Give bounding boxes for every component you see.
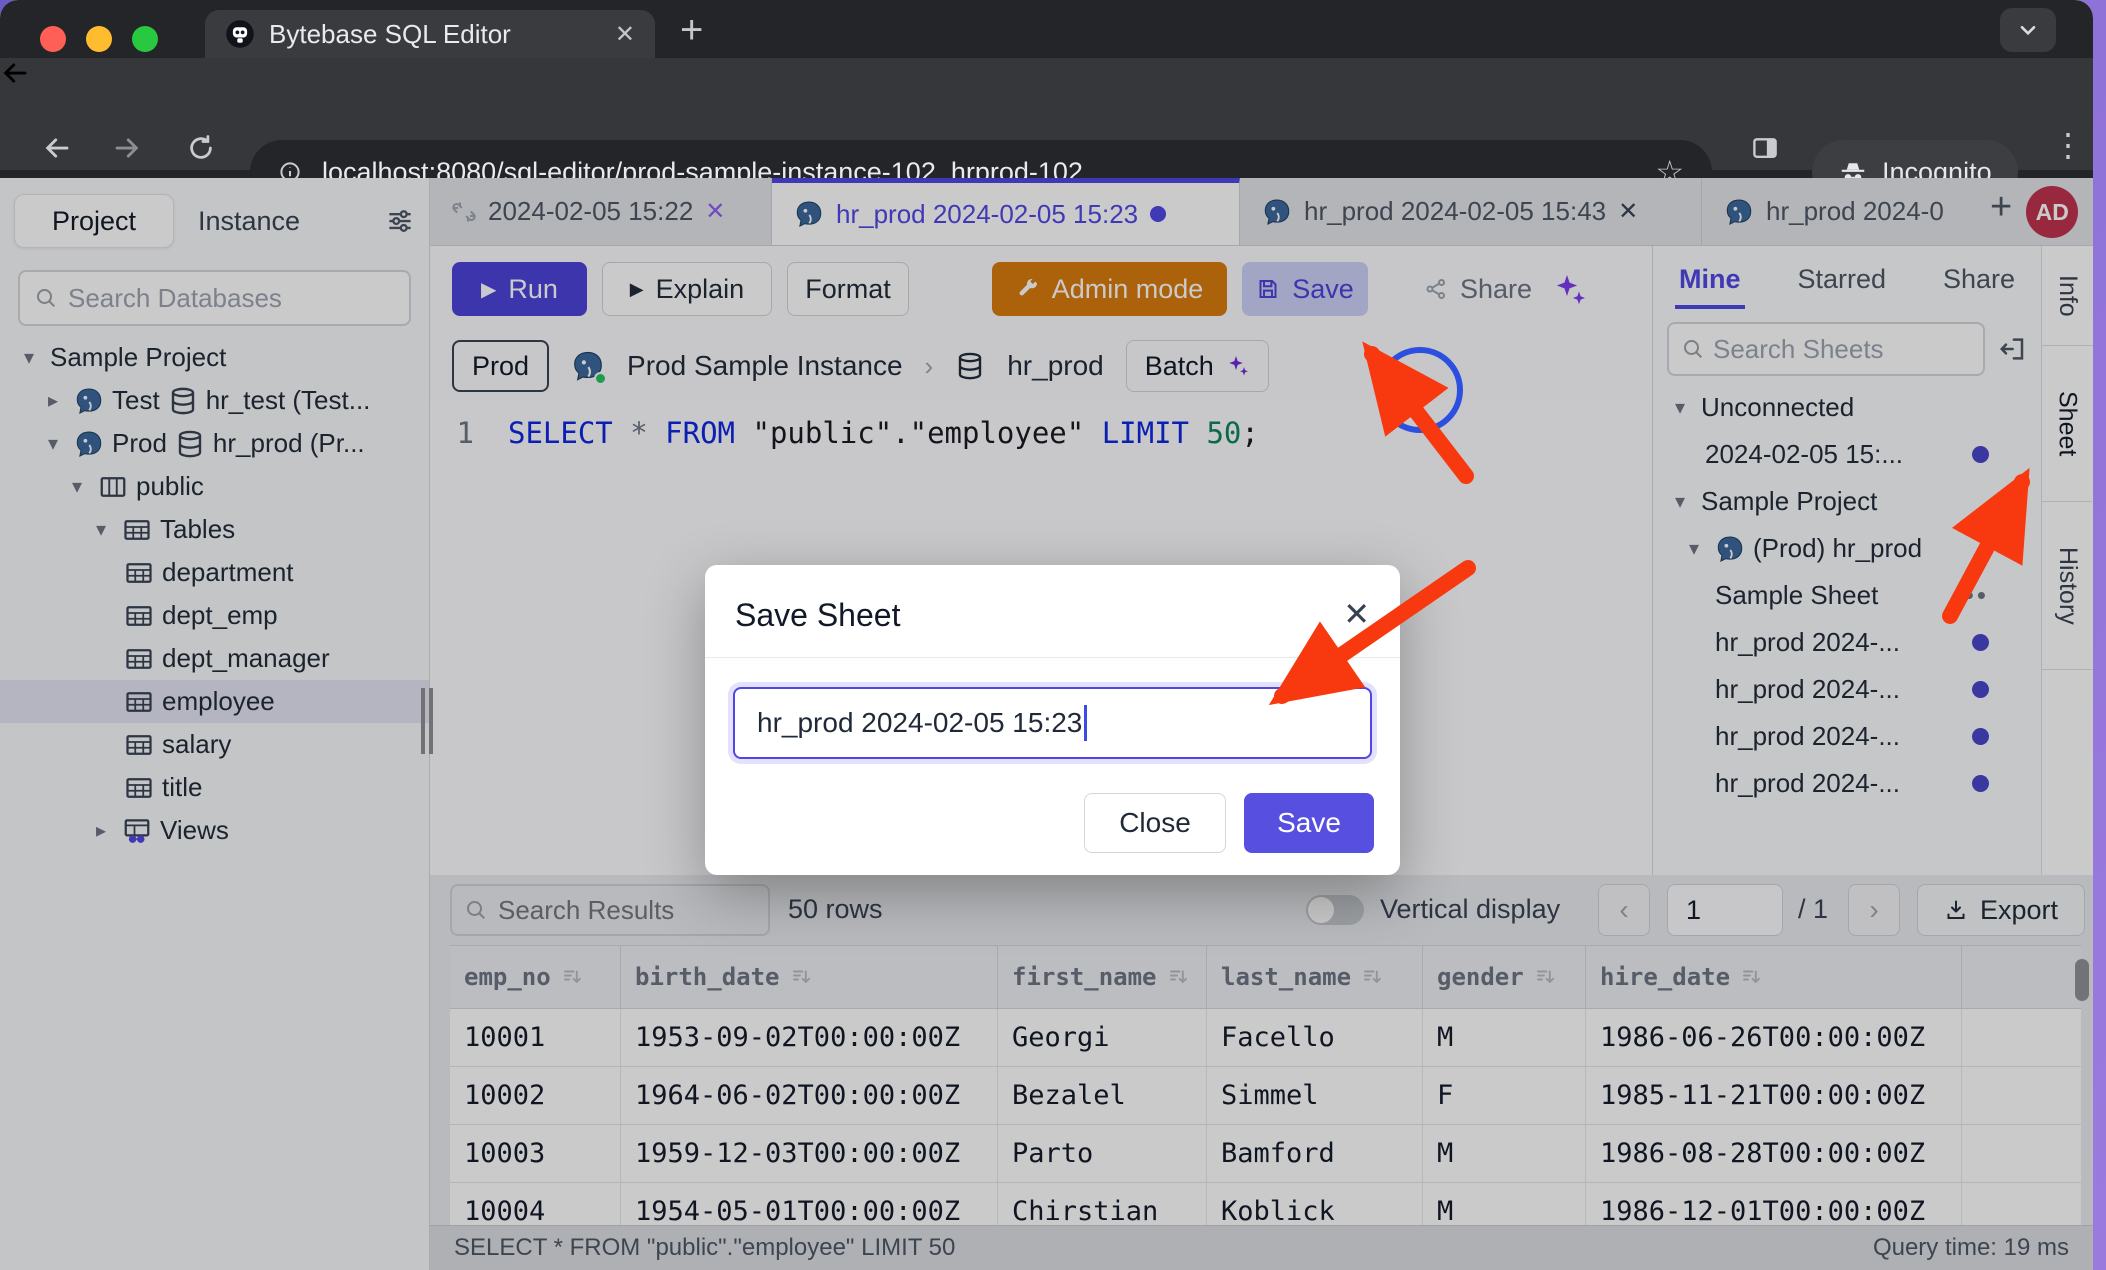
forward-button[interactable] <box>112 133 142 163</box>
new-tab-button[interactable]: + <box>680 8 703 53</box>
maximize-window-button[interactable] <box>132 26 158 52</box>
modal-close-button[interactable]: Close <box>1084 793 1226 853</box>
text-cursor <box>1084 705 1087 741</box>
modal-divider <box>705 657 1400 658</box>
minimize-window-button[interactable] <box>86 26 112 52</box>
browser-chrome: Bytebase SQL Editor ✕ + localhost:8080/s… <box>0 0 2093 178</box>
browser-menu-kebab[interactable]: ⋮ <box>2052 126 2084 164</box>
modal-close-icon[interactable]: ✕ <box>1343 595 1370 633</box>
back-button[interactable] <box>42 133 72 163</box>
browser-tab-title: Bytebase SQL Editor <box>269 19 511 50</box>
back-icon[interactable] <box>0 58 30 88</box>
save-label: Save <box>1277 807 1341 839</box>
modal-save-button[interactable]: Save <box>1244 793 1374 853</box>
modal-title: Save Sheet <box>735 597 900 634</box>
browser-tab[interactable]: Bytebase SQL Editor ✕ <box>205 10 655 58</box>
sheet-name-input[interactable]: hr_prod 2024-02-05 15:23 <box>733 687 1372 759</box>
side-panel-icon[interactable] <box>1750 133 1780 163</box>
browser-navbar: localhost:8080/sql-editor/prod-sample-in… <box>0 58 2093 170</box>
browser-window: Bytebase SQL Editor ✕ + localhost:8080/s… <box>0 0 2093 1270</box>
close-window-button[interactable] <box>40 26 66 52</box>
bytebase-favicon <box>225 19 255 49</box>
close-tab-icon[interactable]: ✕ <box>615 20 635 49</box>
tab-search-button[interactable] <box>2000 8 2056 52</box>
save-sheet-modal: Save Sheet ✕ hr_prod 2024-02-05 15:23 Cl… <box>705 565 1400 875</box>
sheet-name-value: hr_prod 2024-02-05 15:23 <box>757 707 1082 739</box>
window-controls <box>40 26 158 52</box>
modal-buttons: Close Save <box>1084 793 1374 853</box>
reload-button[interactable] <box>186 133 216 163</box>
close-label: Close <box>1119 807 1191 839</box>
chevron-down-icon <box>2016 18 2040 42</box>
